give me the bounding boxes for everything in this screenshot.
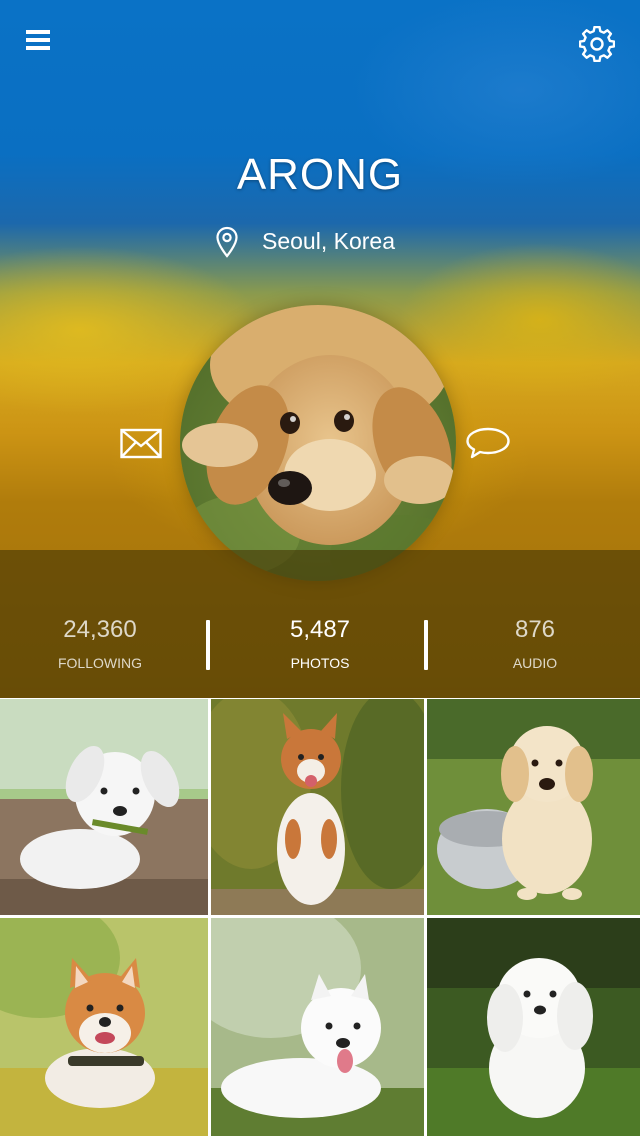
photos-count: 5,487 xyxy=(289,616,351,643)
photo-grid xyxy=(0,699,640,1136)
photo-image xyxy=(427,918,640,1136)
location-row: Seoul, Korea xyxy=(0,224,640,260)
puppy-avatar-image xyxy=(180,305,456,581)
stats-bar: 24,360 FOLLOWING 5,487 PHOTOS 876 AUDIO xyxy=(0,550,640,698)
stats-divider xyxy=(424,620,428,670)
photo-image xyxy=(211,918,424,1136)
photo-image xyxy=(211,699,424,915)
photo-tile[interactable] xyxy=(427,699,640,915)
stats-divider xyxy=(206,620,210,670)
photo-image xyxy=(0,699,208,915)
chat-bubble-icon[interactable] xyxy=(465,426,511,460)
location-label: Seoul, Korea xyxy=(262,228,395,254)
photo-tile[interactable] xyxy=(211,918,424,1136)
following-count: 24,360 xyxy=(63,616,137,643)
following-label: FOLLOWING xyxy=(57,655,142,671)
audio-label: AUDIO xyxy=(512,655,558,671)
photo-tile[interactable] xyxy=(427,918,640,1136)
map-pin-icon xyxy=(216,226,238,258)
profile-name: ARONG xyxy=(236,150,404,199)
profile-header: ARONG Seoul, Korea 24,360 FOLLOWING 5,48… xyxy=(0,0,640,698)
photo-tile[interactable] xyxy=(211,699,424,915)
photo-image xyxy=(0,918,208,1136)
envelope-icon[interactable] xyxy=(120,428,162,460)
photos-label: PHOTOS xyxy=(290,655,350,671)
menu-icon[interactable] xyxy=(26,30,50,50)
photo-tile[interactable] xyxy=(0,918,208,1136)
photo-tile[interactable] xyxy=(0,699,208,915)
photo-image xyxy=(427,699,640,915)
gear-icon[interactable] xyxy=(579,26,615,62)
profile-avatar[interactable] xyxy=(180,305,456,581)
audio-count: 876 xyxy=(514,616,556,643)
profile-screen: ARONG Seoul, Korea 24,360 FOLLOWING 5,48… xyxy=(0,0,640,1136)
